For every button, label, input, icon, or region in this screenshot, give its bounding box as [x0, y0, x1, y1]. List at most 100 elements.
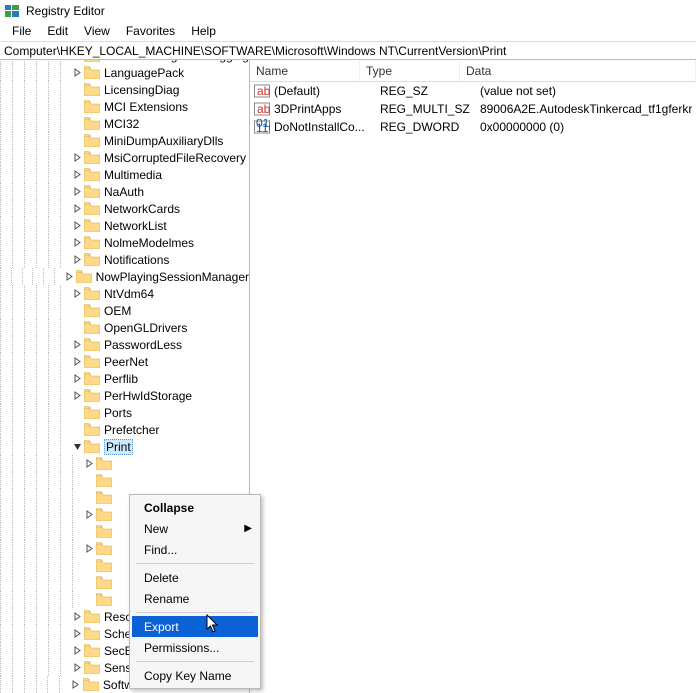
menu-view[interactable]: View: [76, 22, 118, 41]
expander-icon[interactable]: [84, 476, 94, 486]
ctx-find[interactable]: Find...: [132, 539, 258, 560]
expander-icon[interactable]: [72, 187, 82, 197]
expander-icon[interactable]: [72, 391, 82, 401]
menu-file[interactable]: File: [4, 22, 39, 41]
tree-item[interactable]: NowPlayingSessionManager: [0, 268, 249, 285]
ctx-new[interactable]: New▶: [132, 518, 258, 539]
ctx-delete[interactable]: Delete: [132, 567, 258, 588]
tree-label[interactable]: PasswordLess: [104, 338, 182, 352]
tree-label[interactable]: KnownManagedDebugging: [104, 60, 249, 63]
tree-item[interactable]: NetworkList: [0, 217, 249, 234]
ctx-collapse[interactable]: Collapse: [132, 497, 258, 518]
expander-icon[interactable]: [71, 680, 81, 690]
expander-icon[interactable]: [72, 629, 82, 639]
tree-item[interactable]: PasswordLess: [0, 336, 249, 353]
tree-item[interactable]: Print: [0, 438, 249, 455]
menu-help[interactable]: Help: [183, 22, 224, 41]
values-header[interactable]: Name Type Data: [250, 60, 696, 82]
tree-label[interactable]: Print: [104, 439, 133, 455]
expander-icon[interactable]: [72, 255, 82, 265]
expander-icon[interactable]: [84, 561, 94, 571]
tree-label[interactable]: PeerNet: [104, 355, 148, 369]
expander-icon[interactable]: [72, 136, 82, 146]
value-row[interactable]: 011110DoNotInstallCo...REG_DWORD0x000000…: [250, 118, 696, 136]
expander-icon[interactable]: [72, 357, 82, 367]
expander-icon[interactable]: [72, 289, 82, 299]
tree-label[interactable]: NetworkCards: [104, 202, 180, 216]
expander-icon[interactable]: [72, 204, 82, 214]
tree-label[interactable]: OEM: [104, 304, 131, 318]
expander-icon[interactable]: [72, 68, 82, 78]
expander-icon[interactable]: [72, 153, 82, 163]
expander-icon[interactable]: [72, 221, 82, 231]
expander-icon[interactable]: [72, 60, 82, 61]
tree-item[interactable]: Notifications: [0, 251, 249, 268]
tree-item[interactable]: Perflib: [0, 370, 249, 387]
ctx-permissions[interactable]: Permissions...: [132, 637, 258, 658]
expander-icon[interactable]: [72, 102, 82, 112]
expander-icon[interactable]: [72, 408, 82, 418]
tree-item[interactable]: [0, 455, 249, 472]
expander-icon[interactable]: [72, 612, 82, 622]
expander-icon[interactable]: [84, 493, 94, 503]
values-pane[interactable]: Name Type Data ab(Default)REG_SZ(value n…: [250, 60, 696, 693]
expander-icon[interactable]: [84, 578, 94, 588]
tree-label[interactable]: MiniDumpAuxiliaryDlls: [104, 134, 223, 148]
tree-item[interactable]: NaAuth: [0, 183, 249, 200]
tree-item[interactable]: MsiCorruptedFileRecovery: [0, 149, 249, 166]
menu-favorites[interactable]: Favorites: [118, 22, 183, 41]
tree-label[interactable]: LanguagePack: [104, 66, 184, 80]
menu-edit[interactable]: Edit: [39, 22, 76, 41]
tree-item[interactable]: MCI32: [0, 115, 249, 132]
tree-label[interactable]: LicensingDiag: [104, 83, 179, 97]
ctx-copy-key-name[interactable]: Copy Key Name: [132, 665, 258, 686]
tree-label[interactable]: Perflib: [104, 372, 138, 386]
expander-icon[interactable]: [72, 425, 82, 435]
tree-label[interactable]: OpenGLDrivers: [104, 321, 187, 335]
address-bar[interactable]: Computer\HKEY_LOCAL_MACHINE\SOFTWARE\Mic…: [0, 42, 696, 60]
tree-item[interactable]: MiniDumpAuxiliaryDlls: [0, 132, 249, 149]
tree-item[interactable]: LicensingDiag: [0, 81, 249, 98]
expander-icon[interactable]: [72, 306, 82, 316]
tree-label[interactable]: MCI32: [104, 117, 139, 131]
tree-item[interactable]: LanguagePack: [0, 64, 249, 81]
tree-item[interactable]: [0, 472, 249, 489]
expander-icon[interactable]: [84, 595, 94, 605]
expander-icon[interactable]: [72, 442, 82, 452]
expander-icon[interactable]: [84, 527, 94, 537]
tree-label[interactable]: PerHwIdStorage: [104, 389, 192, 403]
tree-item[interactable]: PeerNet: [0, 353, 249, 370]
tree-item[interactable]: NetworkCards: [0, 200, 249, 217]
tree-item[interactable]: NolmeModelmes: [0, 234, 249, 251]
tree-label[interactable]: NowPlayingSessionManager: [96, 270, 249, 284]
tree-label[interactable]: NtVdm64: [104, 287, 154, 301]
expander-icon[interactable]: [84, 510, 94, 520]
value-row[interactable]: ab(Default)REG_SZ(value not set): [250, 82, 696, 100]
expander-icon[interactable]: [72, 646, 82, 656]
tree-label[interactable]: NolmeModelmes: [104, 236, 194, 250]
ctx-rename[interactable]: Rename: [132, 588, 258, 609]
expander-icon[interactable]: [72, 170, 82, 180]
tree-item[interactable]: PerHwIdStorage: [0, 387, 249, 404]
expander-icon[interactable]: [72, 119, 82, 129]
expander-icon[interactable]: [72, 323, 82, 333]
tree-item[interactable]: OpenGLDrivers: [0, 319, 249, 336]
tree-label[interactable]: MsiCorruptedFileRecovery: [104, 151, 246, 165]
expander-icon[interactable]: [72, 663, 82, 673]
expander-icon[interactable]: [72, 238, 82, 248]
tree-label[interactable]: NaAuth: [104, 185, 144, 199]
tree-label[interactable]: MCI Extensions: [104, 100, 188, 114]
tree-label[interactable]: Ports: [104, 406, 132, 420]
expander-icon[interactable]: [72, 85, 82, 95]
col-header-data[interactable]: Data: [460, 61, 696, 81]
value-row[interactable]: ab3DPrintAppsREG_MULTI_SZ89006A2E.Autode…: [250, 100, 696, 118]
ctx-export[interactable]: Export: [132, 616, 258, 637]
tree-label[interactable]: Notifications: [104, 253, 169, 267]
tree-label[interactable]: NetworkList: [104, 219, 167, 233]
expander-icon[interactable]: [65, 272, 74, 282]
tree-item[interactable]: Ports: [0, 404, 249, 421]
expander-icon[interactable]: [84, 544, 94, 554]
tree-item[interactable]: Prefetcher: [0, 421, 249, 438]
tree-item[interactable]: NtVdm64: [0, 285, 249, 302]
col-header-name[interactable]: Name: [250, 61, 360, 81]
